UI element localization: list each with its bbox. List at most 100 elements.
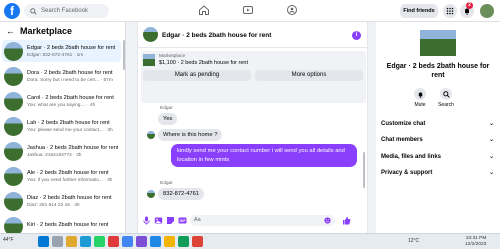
bell-icon — [418, 91, 422, 98]
temperature-tray[interactable]: 12°C — [408, 238, 419, 244]
edge-icon[interactable] — [80, 236, 91, 247]
conversation-item-edgar[interactable]: Edgar · 2 beds 2bath house for rent Edga… — [2, 40, 121, 62]
chat-scrollbar[interactable] — [363, 152, 365, 188]
watch-icon[interactable] — [242, 4, 254, 16]
find-friends-button[interactable]: Find friends — [400, 4, 438, 18]
home-icon[interactable] — [198, 4, 210, 16]
profile-avatar[interactable] — [480, 4, 494, 18]
search-icon — [30, 7, 37, 15]
message-sender: Edgar — [160, 106, 173, 111]
listing-thumbnail — [4, 191, 23, 211]
conversation-item-diaz[interactable]: Diaz · 2 beds 2bath house for rent Diaz:… — [2, 190, 121, 212]
chat-members-section[interactable]: Chat members ⌄ — [381, 134, 496, 146]
more-options-button[interactable]: More options — [255, 70, 363, 81]
app-icon[interactable] — [108, 236, 119, 247]
section-label: Privacy & support — [381, 170, 433, 176]
like-thumb-icon[interactable] — [342, 216, 351, 225]
listing-photo[interactable] — [420, 30, 456, 56]
conversation-item-jashua[interactable]: Jashua · 2 beds 2bath house for rent Jas… — [2, 140, 121, 162]
conversation-preview: You: please send me your contact... · 3h — [27, 127, 113, 133]
message-thread: Edgar Yes Where is this home ? kindly se… — [138, 104, 369, 204]
menu-grid-icon[interactable] — [443, 4, 457, 18]
system-clock[interactable]: 10:31 PM 12/2/2023 — [465, 236, 486, 248]
conversation-title: Kiri · 2 beds 2bath house for rent — [27, 222, 109, 228]
whatsapp-icon[interactable] — [94, 236, 105, 247]
conversation-item-lah[interactable]: Lah · 2 beds 2bath house for rent You: p… — [2, 115, 121, 137]
conversation-title: Ale · 2 beds 2bath house for rent — [27, 169, 109, 176]
search-in-conversation-button[interactable]: Search — [431, 88, 461, 108]
microphone-icon[interactable] — [142, 216, 151, 225]
conversation-title: Carol · 2 beds 2bath house for rent — [27, 94, 114, 101]
conversation-item-carol[interactable]: Carol · 2 beds 2bath house for rent You:… — [2, 90, 121, 112]
message-bubble-outgoing[interactable]: kindly send me your contact number i wil… — [171, 144, 357, 168]
conversation-item-ale[interactable]: Ale · 2 beds 2bath house for rent You: i… — [2, 165, 121, 187]
chat-header: Edgar · 2 beds 2bath house for rent i — [138, 22, 369, 48]
image-attach-icon[interactable] — [154, 216, 163, 225]
conversation-title: Diaz · 2 beds 2bath house for rent — [27, 194, 112, 201]
search-placeholder: Search Facebook — [41, 8, 89, 14]
conversation-preview: Jashua: 2164183774 · 3h — [27, 152, 82, 158]
sender-avatar[interactable] — [147, 190, 155, 198]
conversation-preview: Edgar: 832-872-4761 · 1m — [27, 52, 84, 58]
app-icon[interactable] — [178, 236, 189, 247]
sticker-icon[interactable] — [166, 216, 175, 225]
listing-thumbnail — [4, 41, 23, 61]
section-label: Customize chat — [381, 121, 426, 127]
back-arrow-icon[interactable]: ← — [6, 26, 15, 36]
chevron-down-icon: ⌄ — [488, 137, 494, 143]
message-composer: GIF Aa — [138, 212, 369, 232]
listing-thumbnail — [4, 91, 23, 111]
message-bubble-incoming[interactable]: 832-872-4761 — [158, 188, 205, 200]
listing-card: Marketplace $1,100 · 2 beds 2bath house … — [141, 51, 366, 103]
details-title: Edgar · 2 beds 2bath house for rent — [386, 63, 490, 80]
chat-title[interactable]: Edgar · 2 beds 2bath house for rent — [162, 32, 271, 39]
marketplace-sidebar: ← Marketplace Edgar · 2 beds 2bath house… — [0, 22, 126, 233]
listing-image[interactable] — [143, 54, 155, 66]
media-files-links-section[interactable]: Media, files and links ⌄ — [381, 151, 496, 163]
top-bar: f Search Facebook Find friends 2 — [0, 0, 500, 22]
app-icon[interactable] — [136, 236, 147, 247]
taskbar-search-icon[interactable] — [52, 236, 63, 247]
search-label: Search — [438, 102, 454, 108]
listing-thumbnail — [4, 141, 23, 161]
message-input[interactable]: Aa — [190, 215, 335, 226]
conversation-title: Lah · 2 beds 2bath house for rent — [27, 119, 110, 126]
facebook-logo[interactable]: f — [4, 3, 20, 19]
info-icon[interactable]: i — [352, 31, 361, 40]
conversation-title: Dora · 2 beds 2bath house for rent — [27, 69, 113, 76]
taskbar-apps — [38, 236, 203, 247]
search-icon — [442, 90, 450, 98]
chrome-icon[interactable] — [122, 236, 133, 247]
sidebar-header: ← Marketplace — [6, 26, 72, 36]
weather-widget[interactable]: 44°F — [3, 237, 14, 243]
file-explorer-icon[interactable] — [66, 236, 77, 247]
conversation-item-dora[interactable]: Dora · 2 beds 2bath house for rent Dora:… — [2, 65, 121, 87]
gif-icon[interactable]: GIF — [178, 216, 187, 225]
privacy-support-section[interactable]: Privacy & support ⌄ — [381, 167, 496, 179]
app-icon[interactable] — [164, 236, 175, 247]
sender-avatar[interactable] — [147, 131, 155, 139]
conversation-details-panel: Edgar · 2 beds 2bath house for rent Mute… — [376, 22, 500, 233]
customize-chat-section[interactable]: Customize chat ⌄ — [381, 118, 496, 130]
chat-avatar[interactable] — [143, 27, 158, 42]
message-bubble-incoming[interactable]: Where is this home ? — [158, 129, 223, 141]
emoji-icon[interactable] — [324, 217, 331, 224]
notification-badge: 2 — [466, 2, 473, 9]
message-bubble-incoming[interactable]: Yes — [158, 113, 178, 125]
start-icon[interactable] — [38, 236, 49, 247]
mark-as-pending-button[interactable]: Mark as pending — [143, 70, 251, 81]
conversation-item-kiri[interactable]: Kiri · 2 beds 2bath house for rent — [2, 215, 121, 233]
groups-icon[interactable] — [286, 4, 298, 16]
conversation-preview: Dora: Sorry but i need to be cert... · 5… — [27, 77, 113, 83]
listing-price[interactable]: $1,100 · 2 beds 2bath house for rent — [159, 60, 248, 66]
svg-text:GIF: GIF — [179, 219, 186, 223]
windows-taskbar: 44°F 12°C 10:31 PM 12/2/2023 — [0, 233, 500, 249]
listing-thumbnail — [4, 166, 23, 186]
chevron-down-icon: ⌄ — [488, 170, 494, 176]
app-icon[interactable] — [192, 236, 203, 247]
clock-time: 10:31 PM — [465, 236, 487, 241]
app-icon[interactable] — [150, 236, 161, 247]
search-input[interactable]: Search Facebook — [24, 4, 109, 18]
sidebar-scrollbar[interactable] — [123, 40, 125, 70]
listing-thumbnail — [4, 116, 23, 136]
